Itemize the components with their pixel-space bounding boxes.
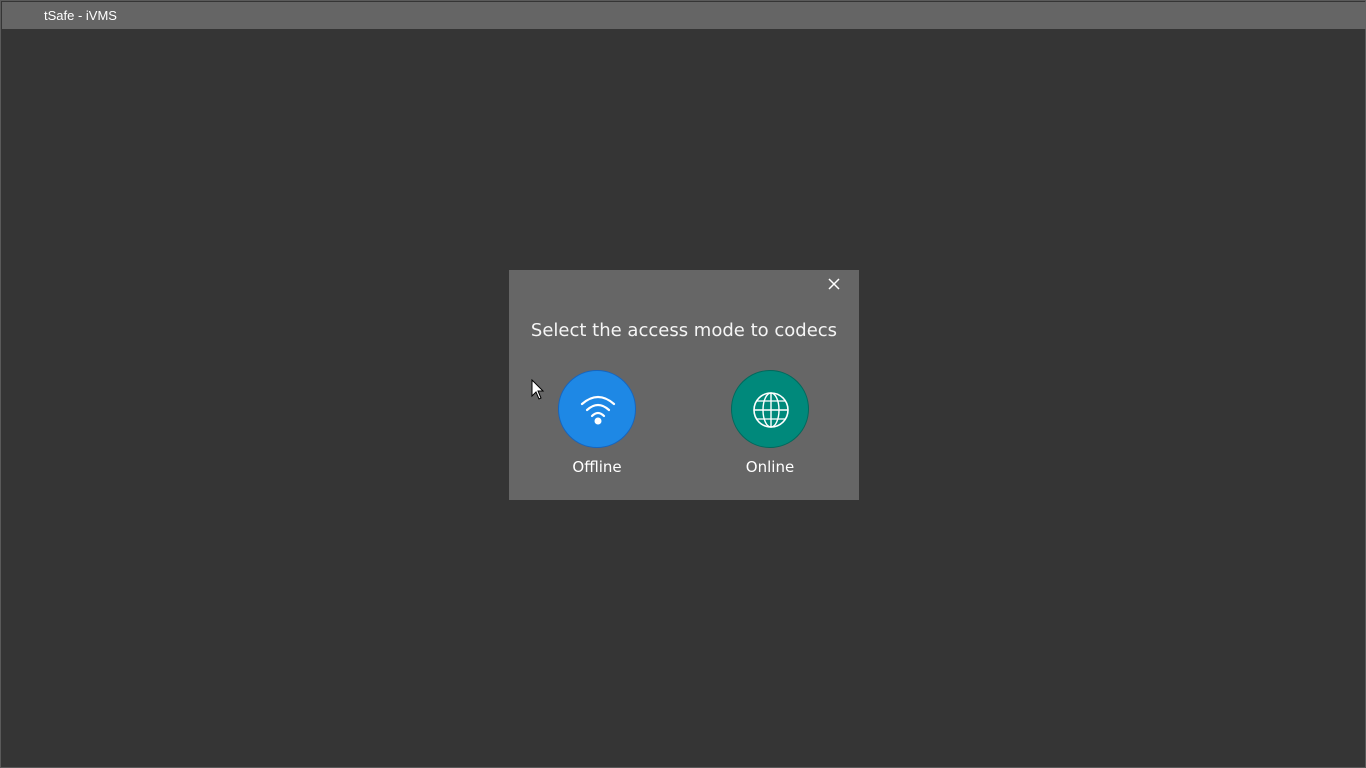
wifi-icon [580, 395, 616, 425]
app-window: tSafe - iVMS Select the access mode to c… [0, 0, 1366, 768]
online-label: Online [745, 458, 795, 476]
dialog-heading: Select the access mode to codecs [530, 320, 838, 341]
globe-icon [753, 392, 789, 428]
online-circle[interactable] [731, 370, 809, 448]
offline-label: Offline [572, 458, 622, 476]
title-bar[interactable]: tSafe - iVMS [2, 2, 1366, 29]
online-button[interactable]: Online [710, 370, 830, 476]
close-icon[interactable] [827, 276, 841, 290]
offline-button[interactable]: Offline [537, 370, 657, 476]
offline-circle[interactable] [558, 370, 636, 448]
window-title: tSafe - iVMS [44, 8, 117, 23]
access-mode-dialog: Select the access mode to codecs Offline [509, 270, 859, 500]
mouse-cursor-icon [531, 378, 545, 405]
